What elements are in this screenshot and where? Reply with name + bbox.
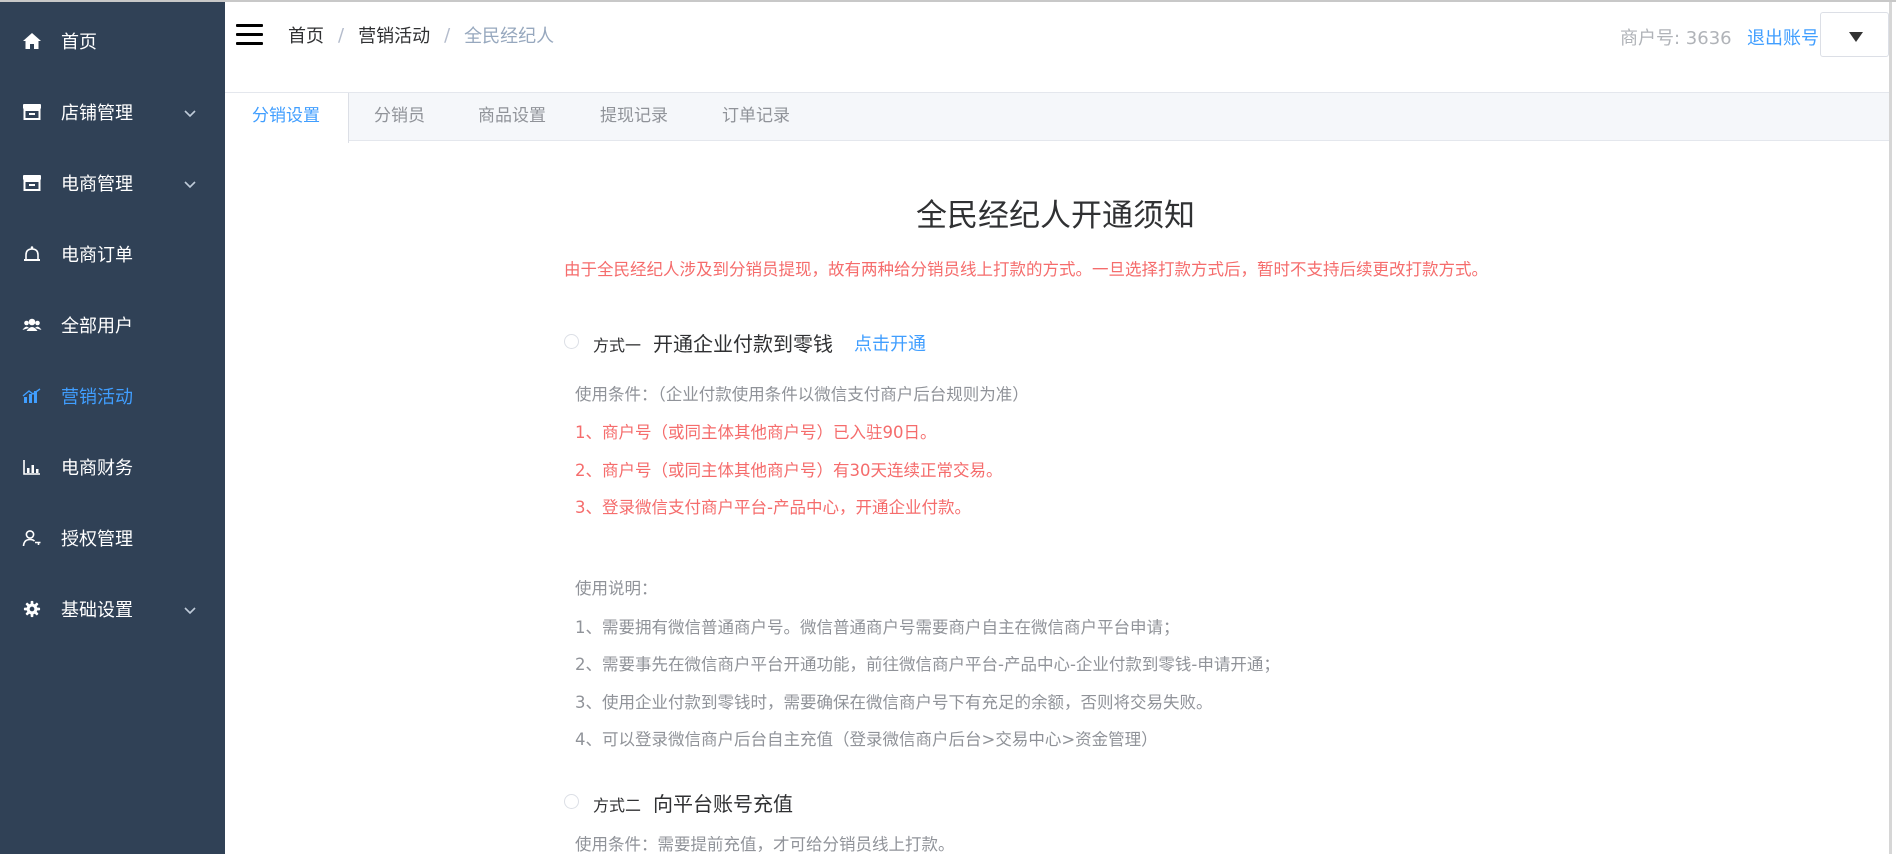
sidebar-item-label: 授权管理: [61, 528, 133, 550]
store-icon: [21, 172, 43, 194]
chart-icon: [21, 385, 43, 407]
tab-distributors[interactable]: 分销员: [374, 93, 425, 142]
method1-prefix: 方式一: [593, 336, 642, 355]
enable-link[interactable]: 点击开通: [854, 330, 926, 356]
method2-radio[interactable]: [564, 794, 579, 809]
method2-title: 向平台账号充值: [653, 792, 793, 816]
hamburger-menu-icon[interactable]: [236, 24, 264, 46]
user-dropdown-button[interactable]: [1820, 12, 1889, 57]
breadcrumb-item-current: 全民经纪人: [464, 26, 555, 47]
caret-down-icon: [1848, 28, 1864, 47]
home-icon: [21, 30, 43, 52]
sidebar-item-label: 基础设置: [61, 599, 133, 621]
breadcrumb: 首页 / 营销活动 / 全民经纪人: [288, 22, 554, 48]
tab-distribution-settings[interactable]: 分销设置: [225, 93, 349, 143]
instruction-item: 4、可以登录微信商户后台自主充值（登录微信商户后台>交易中心>资金管理）: [575, 730, 1158, 749]
method1-radio[interactable]: [564, 334, 579, 349]
sidebar-item-basic-settings[interactable]: 基础设置: [0, 573, 225, 644]
instruction-item: 2、需要事先在微信商户平台开通功能，前往微信商户平台-产品中心-企业付款到零钱-…: [575, 655, 1280, 674]
merchant-id: 商户号: 3636: [1620, 28, 1732, 49]
tab-order-records[interactable]: 订单记录: [722, 93, 790, 142]
sidebar-item-label: 营销活动: [61, 386, 133, 408]
chevron-down-icon: [183, 176, 197, 190]
tab-withdrawal-records[interactable]: 提现记录: [600, 93, 668, 142]
notice-text: 由于全民经纪人涉及到分销员提现，故有两种给分销员线上打款的方式。一旦选择打款方式…: [564, 260, 1488, 279]
window-top-border: [0, 0, 1896, 2]
sidebar-item-label: 全部用户: [61, 315, 133, 337]
method2-conditions-label: 使用条件：需要提前充值，才可给分销员线上打款。: [575, 835, 955, 854]
logout-link[interactable]: 退出账号: [1747, 24, 1819, 50]
sidebar-item-home[interactable]: 首页: [0, 5, 225, 76]
sidebar: 首页 店铺管理 电商管理 电商订单 全部用户 营销活动 电商财务 授权管理 基础…: [0, 2, 225, 854]
condition-item: 3、登录微信支付商户平台-产品中心，开通企业付款。: [575, 498, 971, 517]
breadcrumb-item-home[interactable]: 首页: [288, 22, 324, 48]
sidebar-item-label: 店铺管理: [61, 102, 133, 124]
sidebar-item-ecommerce-management[interactable]: 电商管理: [0, 147, 225, 218]
chevron-down-icon: [183, 602, 197, 616]
condition-item: 1、商户号（或同主体其他商户号）已入驻90日。: [575, 423, 937, 442]
users-icon: [21, 314, 43, 336]
method1-title: 开通企业付款到零钱: [653, 332, 833, 356]
window-scrollbar[interactable]: [1889, 2, 1892, 854]
method2-prefix: 方式二: [593, 796, 642, 815]
instruction-item: 1、需要拥有微信普通商户号。微信普通商户号需要商户自主在微信商户平台申请；: [575, 618, 1180, 637]
chevron-down-icon: [183, 105, 197, 119]
sidebar-item-authorization[interactable]: 授权管理: [0, 502, 225, 573]
sidebar-item-all-users[interactable]: 全部用户: [0, 289, 225, 360]
breadcrumb-separator: /: [444, 24, 451, 46]
sidebar-item-marketing[interactable]: 营销活动: [0, 360, 225, 431]
sidebar-item-label: 电商管理: [61, 173, 133, 195]
sidebar-item-ecommerce-orders[interactable]: 电商订单: [0, 218, 225, 289]
page-title: 全民经纪人开通须知: [916, 198, 1195, 234]
condition-item: 2、商户号（或同主体其他商户号）有30天连续正常交易。: [575, 461, 1003, 480]
tab-bar: 分销设置 分销员 商品设置 提现记录 订单记录: [225, 92, 1889, 143]
method1-conditions-label: 使用条件：（企业付款使用条件以微信支付商户后台规则为准）: [575, 385, 1029, 404]
gear-icon: [21, 598, 43, 620]
store-icon: [21, 101, 43, 123]
sidebar-item-label: 电商订单: [61, 244, 133, 266]
breadcrumb-item-marketing[interactable]: 营销活动: [358, 22, 430, 48]
sidebar-item-ecommerce-finance[interactable]: 电商财务: [0, 431, 225, 502]
bell-icon: [21, 243, 43, 265]
finance-icon: [21, 456, 43, 478]
sidebar-item-store-management[interactable]: 店铺管理: [0, 76, 225, 147]
user-key-icon: [21, 527, 43, 549]
sidebar-item-label: 首页: [61, 31, 97, 53]
method1-instructions-label: 使用说明：: [575, 579, 658, 598]
tab-product-settings[interactable]: 商品设置: [478, 93, 546, 142]
sidebar-item-label: 电商财务: [61, 457, 133, 479]
breadcrumb-separator: /: [338, 24, 345, 46]
instruction-item: 3、使用企业付款到零钱时，需要确保在微信商户号下有充足的余额，否则将交易失败。: [575, 693, 1213, 712]
